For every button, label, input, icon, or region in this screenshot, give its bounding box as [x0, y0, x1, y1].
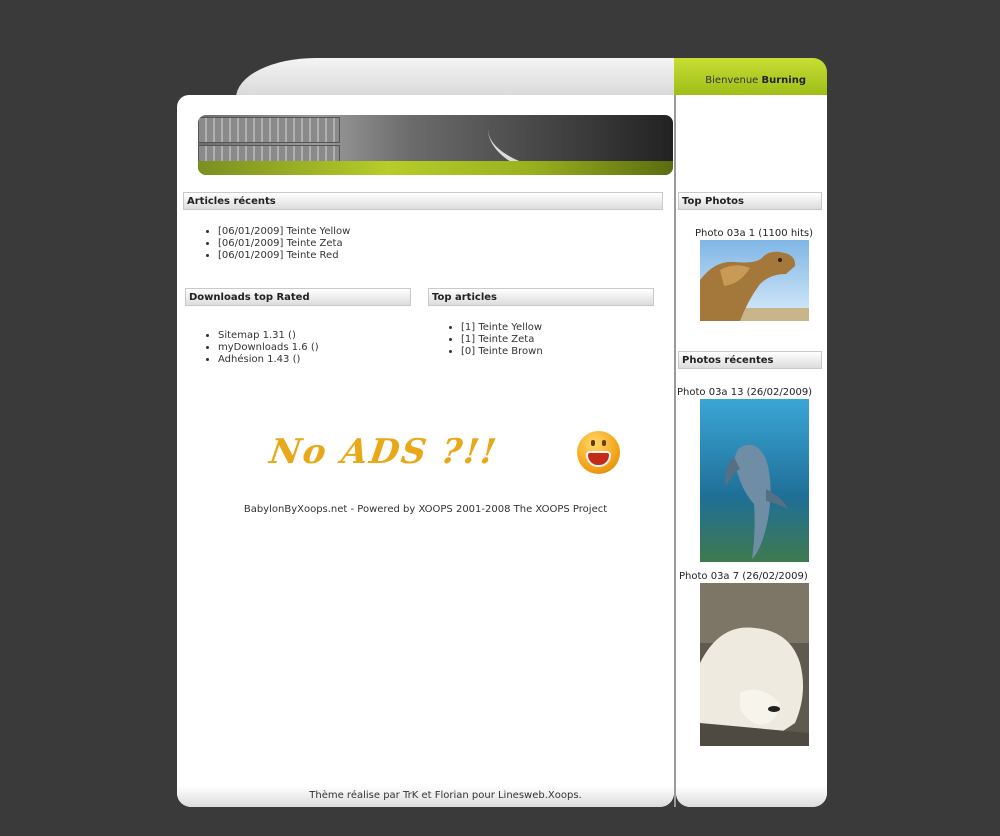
list-item[interactable]: [0] Teinte Brown: [461, 346, 543, 358]
banner-lime-stripe: [198, 161, 673, 175]
list-item[interactable]: [06/01/2009] Teinte Yellow: [218, 226, 350, 238]
section-header-downloads-top: Downloads top Rated: [185, 288, 411, 306]
recent-photo-caption[interactable]: Photo 03a 13 (26/02/2009): [677, 387, 827, 398]
theme-credit-text: Thème réalise par TrK et Florian pour Li…: [309, 790, 582, 801]
polar-bear-photo[interactable]: [700, 583, 809, 746]
header-swoosh: [236, 58, 676, 98]
list-item[interactable]: Adhésion 1.43 (): [218, 354, 319, 366]
section-header-top-articles: Top articles: [428, 288, 654, 306]
list-item[interactable]: [1] Teinte Zeta: [461, 334, 543, 346]
section-header-articles-recents: Articles récents: [183, 192, 663, 210]
welcome-user[interactable]: Burning: [762, 75, 807, 86]
section-header-photos-recentes: Photos récentes: [678, 351, 822, 369]
section-header-top-photos: Top Photos: [678, 192, 822, 210]
list-item[interactable]: Sitemap 1.31 (): [218, 330, 319, 342]
list-item[interactable]: myDownloads 1.6 (): [218, 342, 319, 354]
welcome-prefix: Bienvenue: [705, 75, 759, 86]
server-rack-graphic: [198, 117, 340, 143]
top-photo-caption[interactable]: Photo 03a 1 (1100 hits): [679, 228, 829, 239]
list-item[interactable]: [06/01/2009] Teinte Red: [218, 250, 350, 262]
no-ads-text: No ADS ?!!: [267, 432, 501, 472]
welcome-message: Bienvenue Burning: [674, 75, 806, 86]
shocked-smiley-icon: [577, 431, 620, 474]
powered-by-text: BabylonByXoops.net - Powered by XOOPS 20…: [243, 504, 608, 515]
list-item[interactable]: [06/01/2009] Teinte Zeta: [218, 238, 350, 250]
column-divider: [674, 95, 676, 807]
camel-photo[interactable]: [700, 240, 809, 321]
dolphin-photo[interactable]: [700, 399, 809, 562]
list-item[interactable]: [1] Teinte Yellow: [461, 322, 543, 334]
header-banner: [198, 115, 673, 175]
top-articles-list: [1] Teinte Yellow [1] Teinte Zeta [0] Te…: [428, 322, 543, 358]
downloads-top-list: Sitemap 1.31 () myDownloads 1.6 () Adhés…: [185, 330, 319, 366]
recent-photo-caption[interactable]: Photo 03a 7 (26/02/2009): [679, 571, 829, 582]
articles-recents-list: [06/01/2009] Teinte Yellow [06/01/2009] …: [185, 226, 350, 262]
